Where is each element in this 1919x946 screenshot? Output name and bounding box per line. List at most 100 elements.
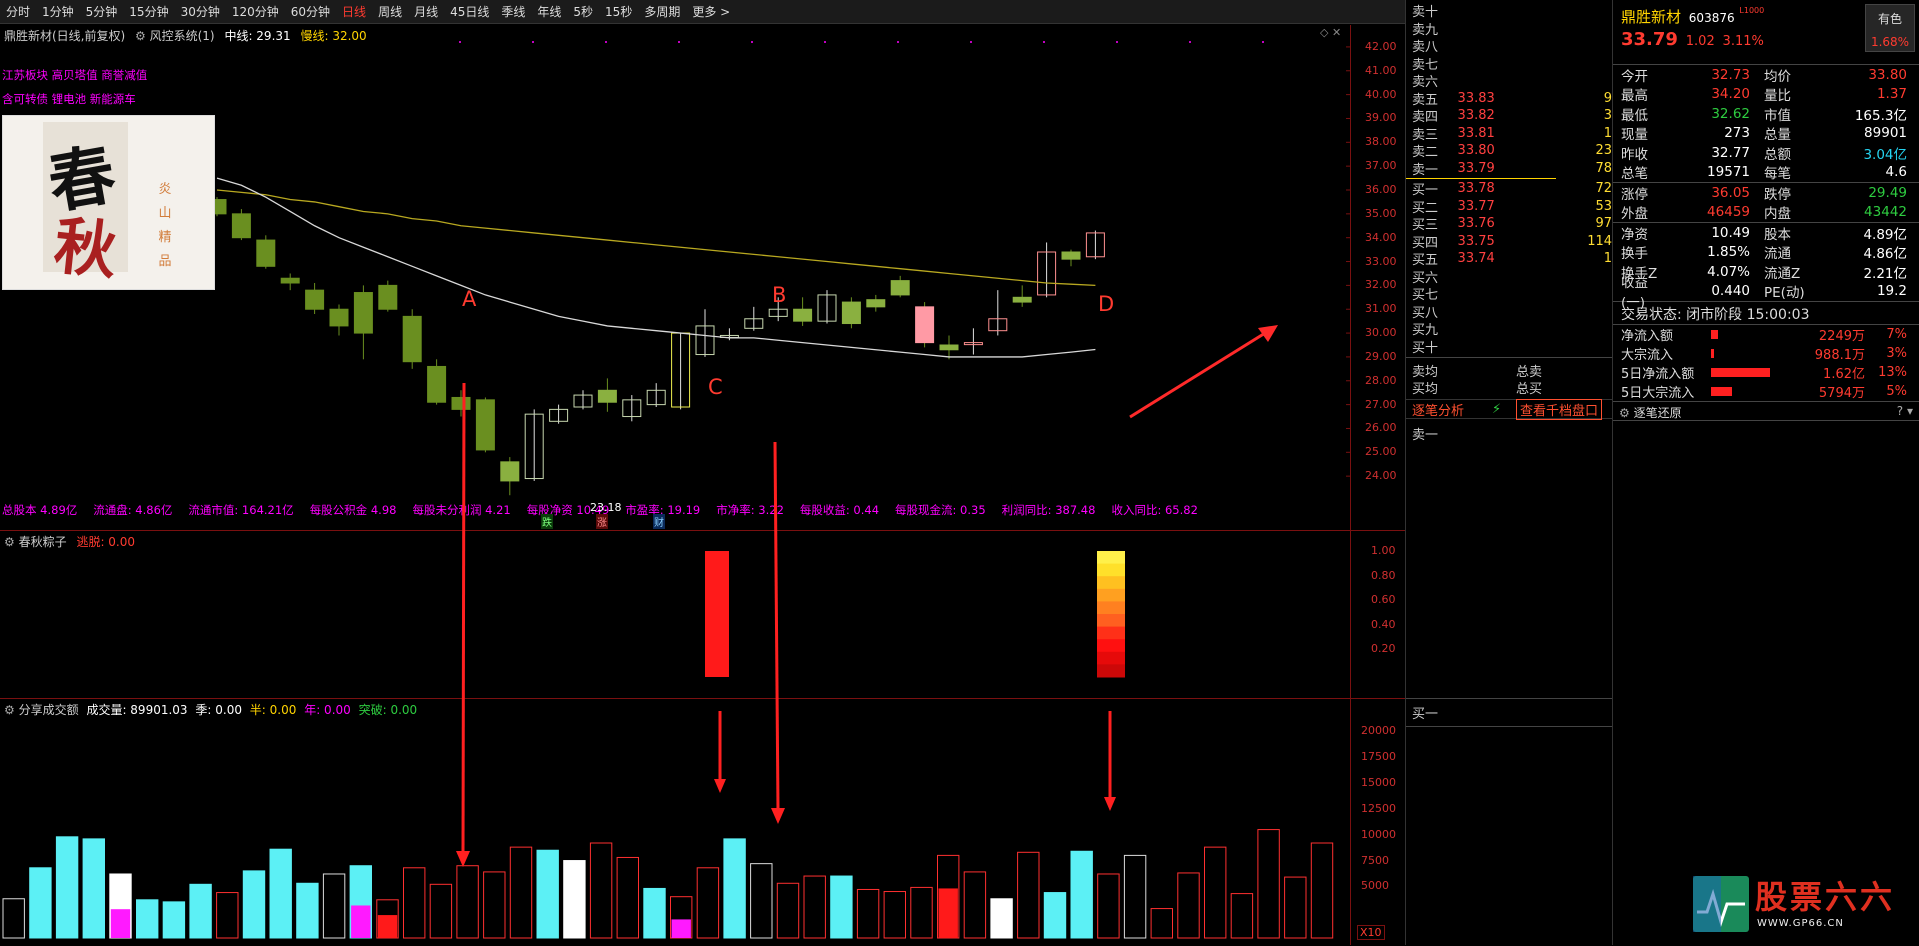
ask-row[interactable]: 卖七 [1412, 55, 1612, 73]
signal-badge-down[interactable]: 跌 [541, 514, 553, 529]
fundamental-stats: 净资 10.49 股本 4.89亿 换手 1.85% 流通 4.86亿 换手Z 4.07% 流通Z 2… [1613, 223, 1919, 312]
tick-restore-header: ⚙ 逐笔还原 ? ▾ [1613, 401, 1919, 421]
chart-title: 鼎胜新材(日线,前复权) [4, 29, 126, 43]
ind1-title[interactable]: 春秋粽子 [19, 535, 67, 549]
fin-item-9: 利润同比: 387.48 [1001, 503, 1096, 517]
flow-bar [1711, 387, 1793, 396]
period-tab-5[interactable]: 120分钟 [226, 0, 285, 24]
watermark-icon [1693, 876, 1749, 932]
ask-row[interactable]: 卖六 [1412, 72, 1612, 90]
ind2-title[interactable]: 分享成交额 [19, 703, 79, 717]
quote-row: 总笔 19571 每笔 4.6 [1613, 163, 1919, 182]
ind1-settings-icon[interactable]: ⚙ [4, 535, 15, 549]
indicator-panel-1[interactable]: ⚙ 春秋粽子 逃脱: 0.00 [0, 530, 1350, 698]
ask-row[interactable]: 卖八 [1412, 37, 1612, 55]
period-tab-14[interactable]: 15秒 [599, 0, 638, 24]
indicator-name[interactable]: 风控系统(1) [150, 29, 215, 43]
price-tick: 26.00 [1365, 421, 1397, 435]
tick-menu-icon[interactable]: ? ▾ [1897, 404, 1913, 418]
ask-row[interactable]: 卖十 [1412, 2, 1612, 20]
candlestick-panel[interactable]: 鼎胜新材(日线,前复权) ⚙ 风控系统(1) 中线: 29.31 慢线: 32.… [0, 25, 1350, 530]
tab-tick-analysis[interactable]: 逐笔分析 [1412, 400, 1492, 419]
period-tab-11[interactable]: 季线 [495, 0, 531, 24]
volume-bar [55, 836, 79, 939]
volume-bar [776, 882, 800, 939]
bid-row[interactable]: 买三 33.76 97 [1412, 215, 1612, 233]
quote-value: 89901 [1864, 125, 1907, 142]
ask-row[interactable]: 卖九 [1412, 20, 1612, 38]
ind2-year: 年: 0.00 [304, 703, 351, 717]
fin-item-7: 每股收益: 0.44 [799, 503, 880, 517]
signal-badge-fin[interactable]: 财 [653, 514, 665, 529]
ind1-tick: 0.40 [1371, 617, 1396, 631]
limit-stats: 涨停 36.05 跌停 29.49 外盘 46459 内盘 43442 [1613, 183, 1919, 223]
period-tab-13[interactable]: 5秒 [567, 0, 599, 24]
logo-small-2: 山 [158, 206, 172, 221]
period-tab-15[interactable]: 多周期 [638, 0, 686, 24]
period-tab-10[interactable]: 45日线 [444, 0, 495, 24]
bid-row[interactable]: 买四 33.75 114 [1412, 233, 1612, 251]
period-tab-12[interactable]: 年线 [531, 0, 567, 24]
quote-value: 165.3亿 [1854, 107, 1907, 124]
tick-settings-icon[interactable]: ⚙ [1619, 406, 1630, 420]
marker-dot [824, 41, 826, 43]
ask-row[interactable]: 卖五 33.83 9 [1412, 90, 1612, 108]
stock-name: 鼎胜新材 [1621, 8, 1682, 26]
ask-row[interactable]: 卖一 33.79 78 [1412, 160, 1612, 178]
period-tab-16[interactable]: 更多 > [686, 0, 736, 24]
bid-row[interactable]: 买六 [1412, 268, 1612, 286]
bid-label: 买四 [1412, 235, 1439, 251]
ask-price: 33.80 [1457, 143, 1495, 159]
flow-bar [1711, 330, 1793, 339]
period-tab-2[interactable]: 5分钟 [80, 0, 124, 24]
period-tab-3[interactable]: 15分钟 [123, 0, 174, 24]
expand-icon[interactable]: ◇ ✕ [1320, 26, 1341, 39]
ask-volume: 1 [1603, 125, 1613, 141]
quote-row: 最高 34.20 量比 1.37 [1613, 85, 1919, 105]
period-tab-8[interactable]: 周线 [372, 0, 408, 24]
volume-bar-highlight [351, 905, 371, 938]
logo-small-4: 品 [158, 254, 172, 269]
quote-key: 流通Z [1764, 265, 1801, 282]
ask-row[interactable]: 卖三 33.81 1 [1412, 125, 1612, 143]
volume-bar [162, 901, 186, 939]
bid-row[interactable]: 买九 [1412, 320, 1612, 338]
quote-key: 量比 [1764, 88, 1791, 105]
period-tab-6[interactable]: 60分钟 [285, 0, 336, 24]
ask-row[interactable]: 卖四 33.82 3 [1412, 107, 1612, 125]
volume-bar [1070, 850, 1093, 939]
candle-body [402, 315, 422, 363]
trend-arrow [1129, 328, 1271, 419]
tick-restore-title[interactable]: 逐笔还原 [1634, 406, 1682, 420]
ind2-settings-icon[interactable]: ⚙ [4, 703, 15, 717]
bid-row[interactable]: 买二 33.77 53 [1412, 198, 1612, 216]
bid-row[interactable]: 买七 [1412, 285, 1612, 303]
signal-badge-up[interactable]: 涨 [596, 514, 608, 529]
period-tab-4[interactable]: 30分钟 [175, 0, 226, 24]
candle-body [353, 292, 373, 334]
lightning-icon[interactable]: ⚡ [1492, 402, 1516, 417]
period-tab-7[interactable]: 日线 [336, 0, 372, 24]
slow-line [216, 189, 1096, 287]
signal-bar-segment [1097, 576, 1125, 590]
avg-sell-label: 卖均 [1412, 365, 1439, 380]
tab-thousand-levels[interactable]: 查看千档盘口 [1516, 398, 1603, 420]
period-tab-1[interactable]: 1分钟 [36, 0, 80, 24]
bid-row[interactable]: 买十 [1412, 338, 1612, 356]
candle-body [451, 396, 471, 410]
quote-value: 4.89亿 [1863, 226, 1907, 243]
ask-row[interactable]: 卖二 33.80 23 [1412, 142, 1612, 160]
ind2-vol: 成交量: 89901.03 [86, 703, 188, 717]
sector-button[interactable]: 有色 1.68% [1865, 4, 1915, 52]
volume-bar [322, 873, 346, 939]
settings-icon[interactable]: ⚙ [135, 29, 146, 43]
volume-panel[interactable]: ⚙ 分享成交额 成交量: 89901.03 季: 0.00 半: 0.00 年:… [0, 698, 1350, 945]
indicator-1-chart[interactable] [0, 531, 1350, 699]
bid-row[interactable]: 买一 33.78 72 [1412, 180, 1612, 198]
period-tab-0[interactable]: 分时 [0, 0, 36, 24]
quote-panel: 鼎胜新材 603876 L1000 有色 1.68% 33.79 1.02 3.… [1613, 0, 1919, 945]
volume-chart[interactable] [0, 699, 1350, 946]
period-tab-9[interactable]: 月线 [408, 0, 444, 24]
bid-row[interactable]: 买八 [1412, 303, 1612, 321]
bid-row[interactable]: 买五 33.74 1 [1412, 250, 1612, 268]
